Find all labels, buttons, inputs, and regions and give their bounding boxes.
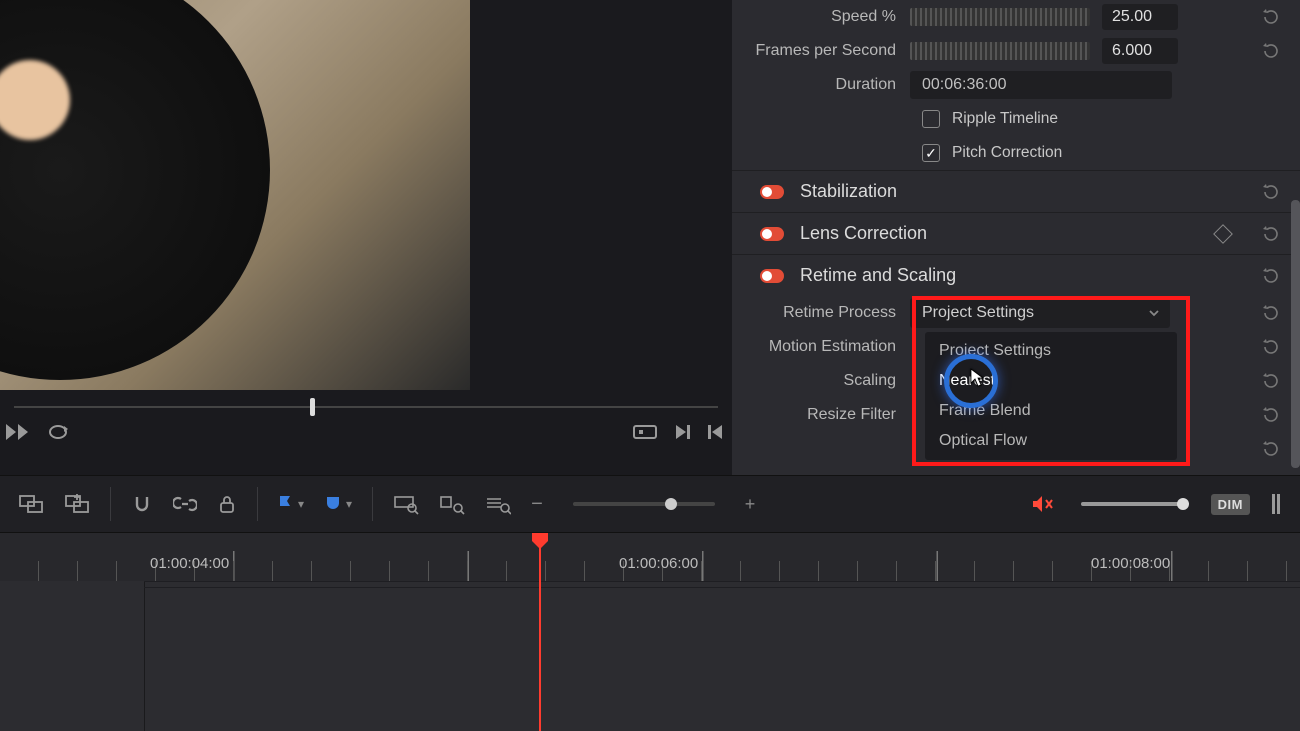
duration-row: Duration 00:06:36:00 xyxy=(732,68,1300,102)
reset-icon[interactable] xyxy=(1260,40,1282,62)
section-title: Lens Correction xyxy=(800,223,927,244)
section-title: Stabilization xyxy=(800,181,897,202)
zoom-full-icon[interactable] xyxy=(393,493,419,515)
ripple-label: Ripple Timeline xyxy=(952,110,1058,128)
retime-process-row: Retime Process Project Settings xyxy=(732,296,1300,330)
volume-thumb[interactable] xyxy=(1177,498,1189,510)
loop-icon[interactable] xyxy=(46,422,70,442)
reset-icon[interactable] xyxy=(1260,404,1282,426)
fast-forward-icon[interactable] xyxy=(6,422,32,442)
zoom-in-icon[interactable]: + xyxy=(745,494,756,515)
dropdown-option[interactable]: Frame Blend xyxy=(925,396,1177,426)
snap-icon[interactable] xyxy=(131,493,153,515)
keyframe-icon[interactable] xyxy=(1213,224,1233,244)
retime-process-options: Project Settings Nearest Frame Blend Opt… xyxy=(925,332,1177,460)
section-toggle[interactable] xyxy=(760,185,784,199)
prev-clip-icon[interactable] xyxy=(706,422,726,442)
pitch-checkbox[interactable] xyxy=(922,144,940,162)
timeline-tracks[interactable] xyxy=(0,581,1300,731)
dropdown-option[interactable]: Project Settings xyxy=(925,336,1177,366)
fps-value[interactable]: 6.000 xyxy=(1102,38,1178,64)
zoom-detail-icon[interactable] xyxy=(439,493,465,515)
section-toggle[interactable] xyxy=(760,227,784,241)
reset-icon[interactable] xyxy=(1260,6,1282,28)
section-title: Retime and Scaling xyxy=(800,265,956,286)
reset-icon[interactable] xyxy=(1260,438,1282,460)
insert-tool-icon[interactable] xyxy=(64,492,90,516)
fps-row: Frames per Second 6.000 xyxy=(732,34,1300,68)
dropdown-option[interactable]: Nearest xyxy=(925,366,1177,396)
mute-icon[interactable] xyxy=(1031,494,1055,514)
reset-icon[interactable] xyxy=(1260,302,1282,324)
fps-slider[interactable] xyxy=(910,42,1090,60)
chevron-down-icon[interactable]: ▾ xyxy=(298,497,304,511)
timeline[interactable]: 01:00:04:00 01:00:06:00 01:00:08:00 xyxy=(0,533,1300,731)
reset-icon[interactable] xyxy=(1260,223,1282,245)
timeline-toolbar: ▾ ▾ − + DIM xyxy=(0,475,1300,533)
zoom-slider[interactable] xyxy=(573,502,715,506)
viewer-scrub-bar[interactable] xyxy=(14,390,718,414)
stabilization-section[interactable]: Stabilization xyxy=(732,170,1300,212)
preview-image xyxy=(0,0,470,390)
resize-filter-label: Resize Filter xyxy=(732,406,910,424)
zoom-out-icon[interactable]: − xyxy=(531,493,543,516)
ripple-row[interactable]: Ripple Timeline xyxy=(732,102,1300,136)
reset-icon[interactable] xyxy=(1260,336,1282,358)
next-clip-icon[interactable] xyxy=(672,422,692,442)
fps-label: Frames per Second xyxy=(732,42,910,60)
marker-flag[interactable]: ▾ xyxy=(278,494,304,514)
selection-tool-icon[interactable] xyxy=(18,492,44,516)
chevron-down-icon[interactable]: ▾ xyxy=(346,497,352,511)
reset-icon[interactable] xyxy=(1260,181,1282,203)
lens-correction-section[interactable]: Lens Correction xyxy=(732,212,1300,254)
inspector-scrollbar[interactable] xyxy=(1291,200,1300,468)
speed-slider[interactable] xyxy=(910,8,1090,26)
playhead-handle-icon[interactable] xyxy=(530,533,550,549)
scaling-label: Scaling xyxy=(732,372,910,390)
zoom-custom-icon[interactable] xyxy=(485,493,511,515)
link-icon[interactable] xyxy=(173,493,197,515)
timecode-label: 01:00:08:00 xyxy=(1091,555,1170,572)
duration-field[interactable]: 00:06:36:00 xyxy=(910,71,1172,99)
dropdown-option[interactable]: Optical Flow xyxy=(925,426,1177,456)
speed-label: Speed % xyxy=(732,8,910,26)
section-toggle[interactable] xyxy=(760,269,784,283)
pitch-row[interactable]: Pitch Correction xyxy=(732,136,1300,170)
reset-icon[interactable] xyxy=(1260,265,1282,287)
duration-label: Duration xyxy=(732,76,910,94)
volume-slider[interactable] xyxy=(1081,502,1185,506)
inspector-panel: Speed % 25.00 Frames per Second 6.000 Du… xyxy=(732,0,1300,475)
meters-icon[interactable] xyxy=(1270,492,1282,516)
ripple-checkbox[interactable] xyxy=(922,110,940,128)
retime-process-label: Retime Process xyxy=(732,304,910,322)
speed-value[interactable]: 25.00 xyxy=(1102,4,1178,30)
chevron-down-icon xyxy=(1147,306,1161,320)
motion-estimation-label: Motion Estimation xyxy=(732,338,910,356)
match-frame-icon[interactable] xyxy=(632,422,658,442)
pitch-label: Pitch Correction xyxy=(952,144,1062,162)
viewer-panel xyxy=(0,0,732,475)
dim-button[interactable]: DIM xyxy=(1211,494,1250,515)
clip-flag[interactable]: ▾ xyxy=(324,495,352,513)
transport-controls xyxy=(0,414,732,450)
timecode-label: 01:00:06:00 xyxy=(619,555,698,572)
scrub-thumb[interactable] xyxy=(310,398,315,416)
zoom-thumb[interactable] xyxy=(665,498,677,510)
retime-scaling-section[interactable]: Retime and Scaling xyxy=(732,254,1300,296)
speed-row: Speed % 25.00 xyxy=(732,0,1300,34)
reset-icon[interactable] xyxy=(1260,370,1282,392)
playhead[interactable] xyxy=(539,533,541,731)
lock-icon[interactable] xyxy=(217,493,237,515)
retime-process-dropdown[interactable]: Project Settings xyxy=(910,298,1170,328)
timeline-ruler[interactable]: 01:00:04:00 01:00:06:00 01:00:08:00 xyxy=(0,533,1300,581)
timecode-label: 01:00:04:00 xyxy=(150,555,229,572)
